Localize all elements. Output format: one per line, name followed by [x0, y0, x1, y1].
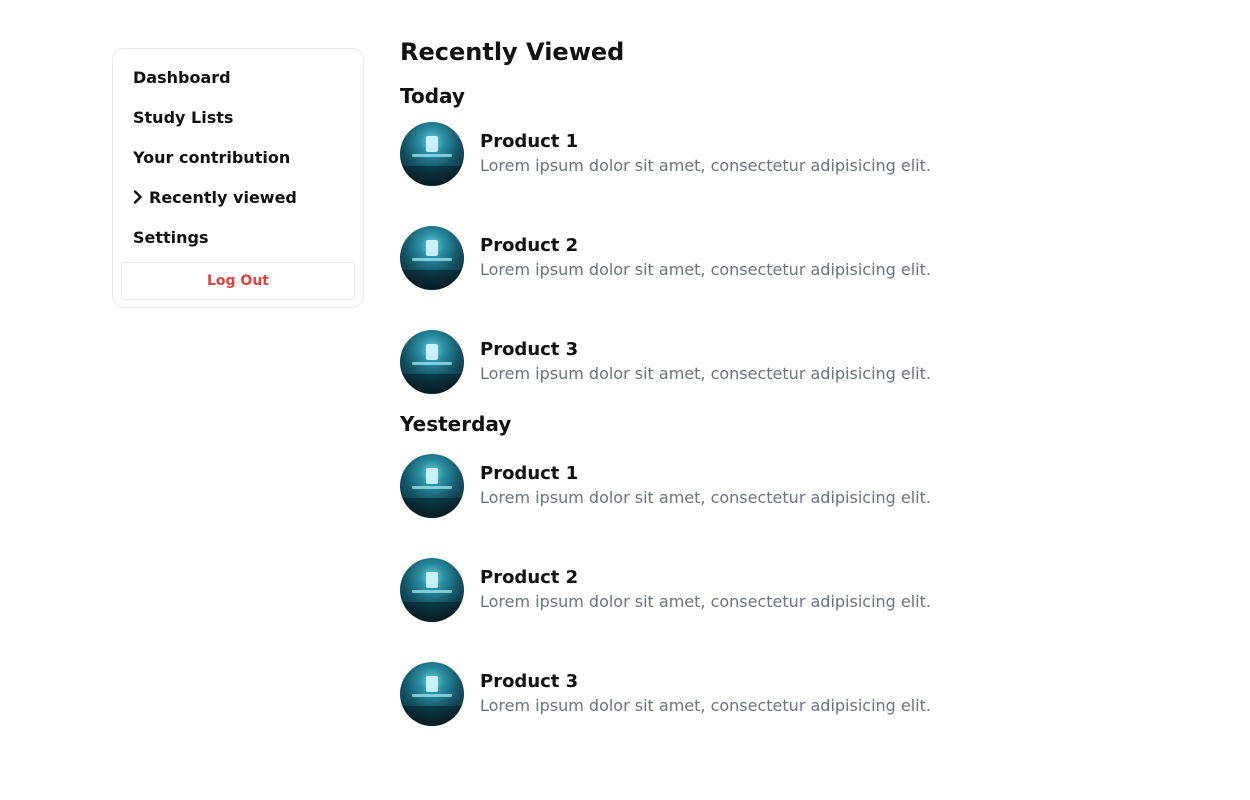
product-thumbnail [400, 330, 464, 394]
product-name: Product 3 [480, 671, 579, 692]
sidebar-item-label: Study Lists [133, 107, 234, 127]
sidebar-item-label: Recently viewed [149, 187, 297, 207]
list-item[interactable]: Product 3 Lorem ipsum dolor sit amet, co… [400, 662, 1200, 726]
sidebar: Dashboard Study Lists Your contribution … [112, 48, 364, 308]
product-description: Lorem ipsum dolor sit amet, consectetur … [480, 156, 931, 175]
product-name: Product 1 [480, 463, 579, 484]
section-title-today: Today [400, 84, 465, 108]
product-name: Product 2 [480, 235, 579, 256]
list-item[interactable]: Product 1 Lorem ipsum dolor sit amet, co… [400, 122, 1200, 186]
list-item[interactable]: Product 3 Lorem ipsum dolor sit amet, co… [400, 330, 1200, 394]
sidebar-item-your-contribution[interactable]: Your contribution [121, 137, 355, 177]
sidebar-item-label: Dashboard [133, 67, 231, 87]
sidebar-item-label: Your contribution [133, 147, 291, 167]
list-item[interactable]: Product 2 Lorem ipsum dolor sit amet, co… [400, 558, 1200, 622]
chevron-right-icon [133, 189, 149, 205]
sidebar-item-study-lists[interactable]: Study Lists [121, 97, 355, 137]
section-title-yesterday: Yesterday [400, 412, 512, 436]
sidebar-item-settings[interactable]: Settings [121, 217, 355, 257]
list-item[interactable]: Product 2 Lorem ipsum dolor sit amet, co… [400, 226, 1200, 290]
product-thumbnail [400, 558, 464, 622]
sidebar-item-dashboard[interactable]: Dashboard [121, 57, 355, 97]
product-name: Product 3 [480, 339, 579, 360]
sidebar-item-recently-viewed[interactable]: Recently viewed [121, 177, 355, 217]
main-content: Recently Viewed Today Product 1 Lorem ip… [400, 36, 1200, 726]
product-name: Product 2 [480, 567, 579, 588]
logout-button[interactable]: Log Out [121, 262, 355, 300]
product-description: Lorem ipsum dolor sit amet, consectetur … [480, 488, 931, 507]
product-thumbnail [400, 122, 464, 186]
page-title: Recently Viewed [400, 38, 625, 66]
product-thumbnail [400, 226, 464, 290]
product-thumbnail [400, 454, 464, 518]
product-description: Lorem ipsum dolor sit amet, consectetur … [480, 364, 931, 383]
list-item[interactable]: Product 1 Lorem ipsum dolor sit amet, co… [400, 454, 1200, 518]
product-description: Lorem ipsum dolor sit amet, consectetur … [480, 592, 931, 611]
product-thumbnail [400, 662, 464, 726]
product-description: Lorem ipsum dolor sit amet, consectetur … [480, 260, 931, 279]
sidebar-item-label: Settings [133, 227, 209, 247]
page: Dashboard Study Lists Your contribution … [0, 0, 1250, 800]
product-name: Product 1 [480, 131, 579, 152]
product-description: Lorem ipsum dolor sit amet, consectetur … [480, 696, 931, 715]
